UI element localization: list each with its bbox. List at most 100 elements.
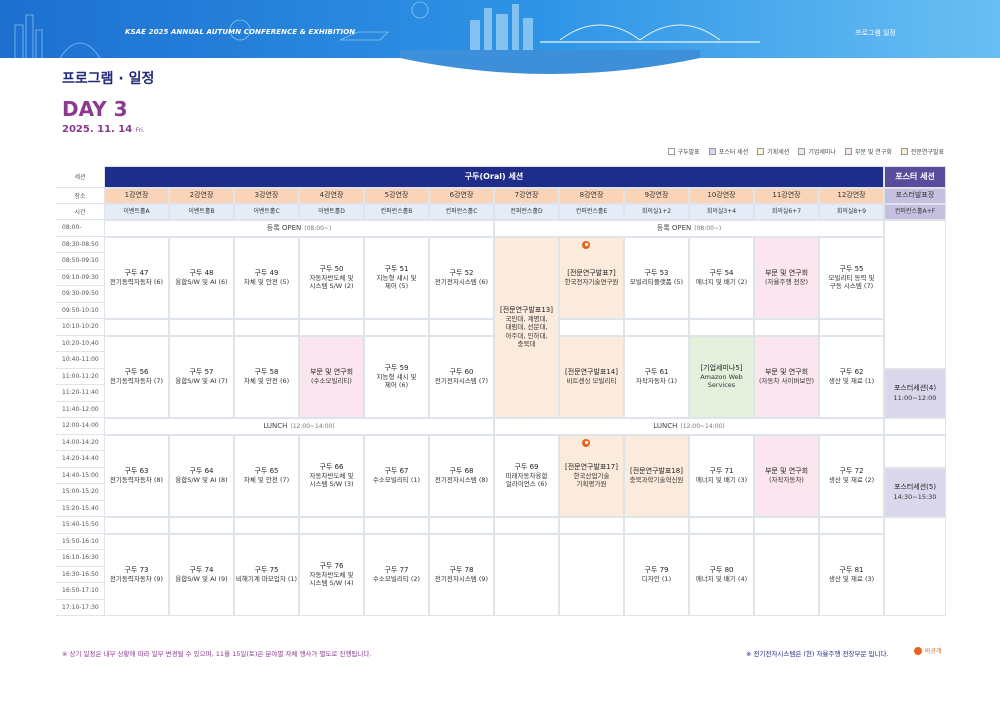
row-label: 시간 — [56, 204, 104, 220]
session-title: [전문연구발표18] — [629, 466, 683, 475]
registration-band-label: 등록 OPEN — [656, 224, 692, 233]
session-title: 구두 56 — [124, 367, 149, 376]
session-title: 구두 63 — [124, 466, 149, 475]
session-title: 부문 및 연구회 — [764, 367, 809, 376]
session-cell[interactable]: 구두 49 차체 및 안전 (5) — [234, 236, 299, 319]
break-cell — [299, 319, 364, 336]
session-cell[interactable]: 구두 78 전기전자시스템 (9) — [429, 533, 494, 616]
session-title: 구두 57 — [189, 367, 214, 376]
session-cell[interactable] — [494, 533, 559, 616]
session-cell[interactable]: 부문 및 연구회 (자동차 사이버보안) — [754, 335, 819, 418]
session-topic: Amazon Web Services — [700, 372, 743, 390]
session-cell[interactable]: 구두 57 융합S/W 및 AI (7) — [169, 335, 234, 418]
session-cell[interactable]: 부문 및 연구회 (자작자동차) — [754, 434, 819, 517]
poster-room-name: 컨퍼런스홀A+F — [894, 208, 936, 216]
session-title: 구두 66 — [319, 462, 344, 471]
session-title: 구두 62 — [839, 367, 864, 376]
time-slot: 08:50-09:10 — [56, 253, 104, 270]
time-slot: 16:10-16:30 — [56, 550, 104, 567]
session-cell[interactable] — [559, 533, 624, 616]
poster-session-cell[interactable]: 포스터세션(5) 14:30~15:30 — [884, 467, 946, 517]
registration-band: 등록 OPEN (08:00~) — [494, 220, 884, 237]
session-cell[interactable]: 구두 74 융합S/W 및 AI (9) — [169, 533, 234, 616]
session-title: 구두 50 — [319, 264, 344, 273]
session-title: 구두 74 — [189, 565, 214, 574]
session-cell[interactable]: [전문연구발표14] 비트센싱 모빌리티 — [559, 335, 624, 418]
room-header: 컨퍼런스홀E — [559, 204, 624, 220]
room-header: 컨퍼런스홀D — [494, 204, 559, 220]
session-cell[interactable]: 구두 47 전기동력자동차 (6) — [104, 236, 169, 319]
session-cell[interactable]: 부문 및 연구회 (수소모빌리티) — [299, 335, 364, 418]
session-cell[interactable]: 구두 59 지능형 섀시 및 제어 (6) — [364, 335, 429, 418]
session-cell[interactable]: 구두 76 자동차반도체 및 시스템 S/W (4) — [299, 533, 364, 616]
session-cell[interactable]: 구두 67 수소모빌리티 (1) — [364, 434, 429, 517]
session-cell[interactable]: 구두 60 전기전자시스템 (7) — [429, 335, 494, 418]
time-slot: 15:50-16:10 — [56, 534, 104, 550]
session-cell[interactable]: 구두 66 자동차반도체 및 시스템 S/W (3) — [299, 434, 364, 517]
session-cell[interactable]: [전문연구발표17] 한국산업기술 기획평가원 — [559, 434, 624, 517]
session-cell[interactable]: 구두 64 융합S/W 및 AI (8) — [169, 434, 234, 517]
session-topic: (자율주행 전장) — [764, 278, 809, 287]
session-topic: 에너지 및 배기 (2) — [695, 278, 748, 287]
session-cell[interactable] — [754, 533, 819, 616]
session-cell[interactable]: 구두 72 생산 및 재료 (2) — [819, 434, 884, 517]
time-slot: 09:30-09:50 — [56, 286, 104, 303]
session-cell[interactable]: 구두 52 전기전자시스템 (6) — [429, 236, 494, 319]
session-cell[interactable]: 구두 50 자동차반도체 및 시스템 S/W (2) — [299, 236, 364, 319]
session-cell[interactable]: 구두 79 디자인 (1) — [624, 533, 689, 616]
room-name: 컨퍼런스홀E — [575, 208, 608, 216]
hall-name: 1강연장 — [124, 191, 149, 200]
session-cell[interactable]: 구두 80 에너지 및 배기 (4) — [689, 533, 754, 616]
session-cell[interactable]: 구두 77 수소모빌리티 (2) — [364, 533, 429, 616]
session-title: 부문 및 연구회 — [309, 367, 354, 376]
lock-icon — [582, 438, 590, 447]
session-cell[interactable]: [기업세미나5] Amazon Web Services — [689, 335, 754, 418]
session-cell[interactable]: 구두 62 생산 및 재료 (1) — [819, 335, 884, 418]
row-label: 세션 — [56, 166, 104, 188]
session-cell[interactable]: 구두 81 생산 및 재료 (3) — [819, 533, 884, 616]
room-name: 이벤트홀C — [253, 208, 280, 216]
time-slot: 10:20-10:40 — [56, 336, 104, 352]
room-name: 컨퍼런스홀D — [510, 208, 543, 216]
room-name: 이벤트홀A — [123, 208, 150, 216]
session-cell[interactable]: 부문 및 연구회 (자율주행 전장) — [754, 236, 819, 319]
break-cell — [559, 517, 624, 534]
session-cell[interactable]: 구두 58 차체 및 안전 (6) — [234, 335, 299, 418]
session-cell[interactable]: 구두 56 전기동력자동차 (7) — [104, 335, 169, 418]
room-name: 회의실6+7 — [771, 208, 802, 216]
session-cell[interactable]: 구두 71 에너지 및 배기 (3) — [689, 434, 754, 517]
session-cell[interactable]: [전문연구발표7] 한국전자기술연구원 — [559, 236, 624, 319]
breadcrumb[interactable]: 프로그램 일정 — [855, 28, 896, 38]
session-topic: 전기전자시스템 (6) — [434, 278, 489, 287]
session-cell[interactable]: 구두 48 융합S/W 및 AI (6) — [169, 236, 234, 319]
break-cell — [234, 319, 299, 336]
session-title: 구두 71 — [709, 466, 734, 475]
session-cell[interactable]: 구두 61 자작자동차 (1) — [624, 335, 689, 418]
session-cell[interactable]: 구두 51 지능형 섀시 및 제어 (5) — [364, 236, 429, 319]
session-cell[interactable]: 구두 73 전기동력자동차 (9) — [104, 533, 169, 616]
session-cell[interactable]: 구두 75 비해기계 마모입자 (1) — [234, 533, 299, 616]
session-cell[interactable]: [전문연구발표18] 충북과학기술혁신원 — [624, 434, 689, 517]
session-title: 구두 64 — [189, 466, 214, 475]
schedule-table: 세션 장소 시간 구두(Oral) 세션 포스터 세션 1강연장 2강연장 3강연장 4강연장 5… — [56, 166, 946, 636]
session-title: 구두 80 — [709, 565, 734, 574]
hall-header: 1강연장 — [104, 188, 169, 204]
session-title: 부문 및 연구회 — [764, 466, 809, 475]
session-topic: 생산 및 재료 (2) — [828, 476, 875, 485]
session-cell[interactable]: 구두 68 전기전자시스템 (8) — [429, 434, 494, 517]
poster-hall-name: 포스터발표장 — [895, 191, 935, 200]
session-cell[interactable]: [전문연구발표13] 국민대, 계명대, 대림대, 선문대, 아주대, 인하대, … — [494, 236, 559, 418]
session-cell[interactable]: 구두 65 차체 및 안전 (7) — [234, 434, 299, 517]
session-cell[interactable]: 구두 69 미래자동차융합 얼라이언스 (6) — [494, 434, 559, 517]
session-title: 구두 55 — [839, 264, 864, 273]
session-cell[interactable]: 구두 53 모빌리티플랫폼 (5) — [624, 236, 689, 319]
row-label: 장소 — [56, 188, 104, 204]
session-cell[interactable]: 구두 54 에너지 및 배기 (2) — [689, 236, 754, 319]
oral-session-header: 구두(Oral) 세션 — [104, 166, 884, 188]
session-title: 구두 75 — [254, 565, 279, 574]
poster-session-header: 포스터 세션 — [884, 166, 946, 188]
session-topic: 융합S/W 및 AI (8) — [175, 476, 228, 485]
session-cell[interactable]: 구두 55 모빌리티 동력 및 구동 시스템 (7) — [819, 236, 884, 319]
session-cell[interactable]: 구두 63 전기동력자동차 (8) — [104, 434, 169, 517]
poster-session-cell[interactable]: 포스터세션(4) 11:00~12:00 — [884, 368, 946, 418]
